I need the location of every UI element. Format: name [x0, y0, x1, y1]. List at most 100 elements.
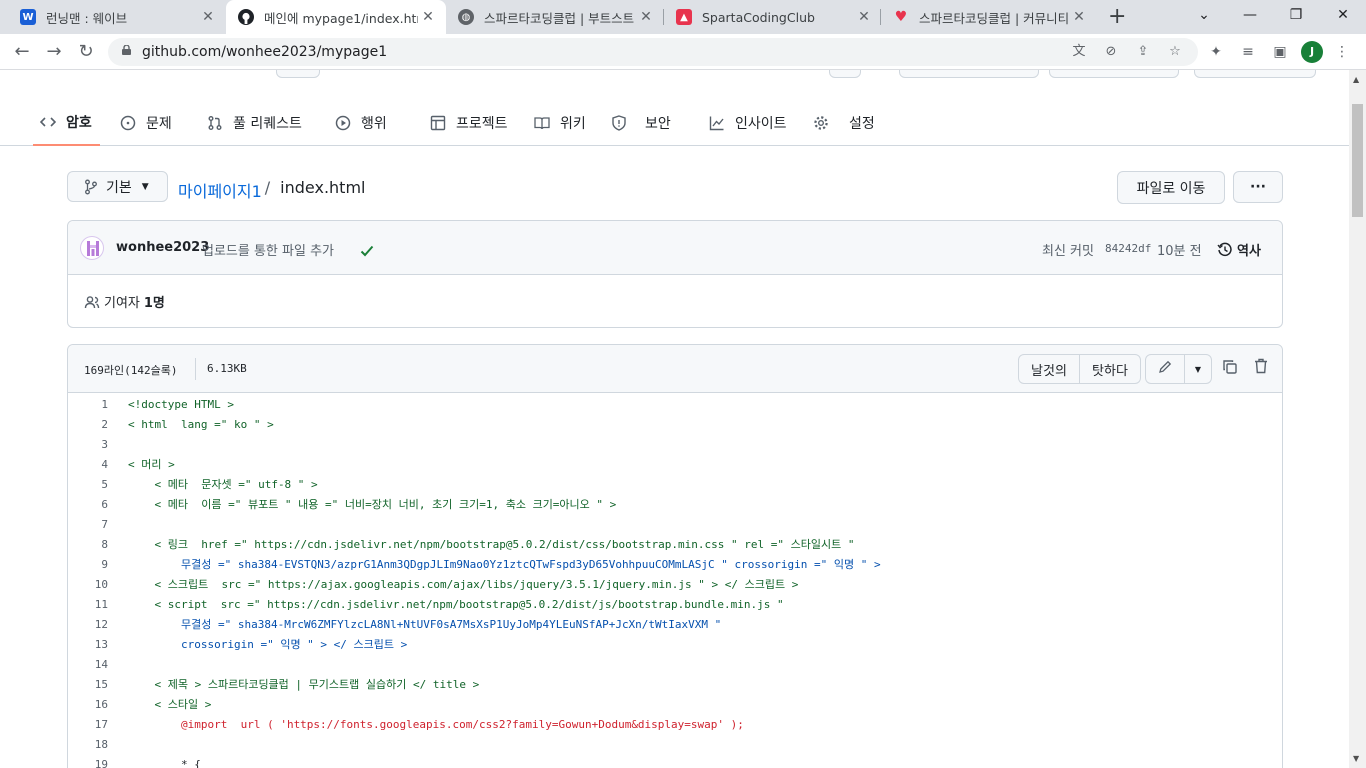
eye-off-icon[interactable]: ⊘ — [1102, 43, 1120, 61]
line-number[interactable]: 10 — [68, 575, 108, 595]
bookmark-star-icon[interactable]: ☆ — [1166, 43, 1184, 61]
close-tab-icon[interactable]: ✕ — [636, 9, 656, 25]
tab-wiki[interactable]: 위키 — [534, 100, 586, 146]
new-tab-button[interactable]: + — [1108, 4, 1126, 29]
line-number[interactable]: 16 — [68, 695, 108, 715]
profile-avatar[interactable]: J — [1301, 41, 1323, 63]
browser-tab-active[interactable]: 메인에 mypage1/index.html ✕ — [226, 0, 446, 34]
menu-icon[interactable]: ⋮ — [1332, 42, 1352, 62]
github-icon — [238, 9, 254, 25]
browser-tab[interactable]: W 런닝맨 : 웨이브 ✕ — [8, 0, 226, 34]
code-text: * { — [128, 758, 201, 768]
divider — [195, 358, 196, 380]
browser-tab[interactable]: ♥ 스파르타코딩클럽 | 커뮤니티 ✕ — [881, 0, 1097, 34]
reload-icon[interactable]: ↻ — [74, 40, 98, 64]
code-text: @import url ( 'https://fonts.googleapis.… — [128, 718, 744, 731]
commit-message[interactable]: 업로드를 통한 파일 추가 — [202, 240, 334, 259]
github-page: 암호 문제 풀 리퀘스트 행위 프로젝트 위키 보안 인사이트 설정 기본 ▼ … — [0, 70, 1349, 768]
line-number[interactable]: 17 — [68, 715, 108, 735]
go-to-file-button[interactable]: 파일로 이동 — [1117, 171, 1225, 204]
browser-tab[interactable]: ▲ SpartaCodingClub ✕ — [664, 0, 882, 34]
tab-security[interactable]: 보안 — [611, 100, 671, 146]
close-tab-icon[interactable]: ✕ — [418, 9, 438, 25]
translate-icon[interactable]: 文 — [1070, 43, 1088, 61]
back-icon[interactable]: ← — [10, 40, 34, 64]
repo-link[interactable]: 마이페이지1 — [178, 178, 262, 202]
line-number[interactable]: 6 — [68, 495, 108, 515]
code-line: 18 — [68, 735, 1282, 755]
line-number[interactable]: 13 — [68, 635, 108, 655]
url-text: github.com/wonhee2023/mypage1 — [142, 44, 388, 60]
scroll-up-icon[interactable]: ▲ — [1353, 75, 1359, 84]
extensions-icon[interactable]: ✦ — [1206, 42, 1226, 62]
line-number[interactable]: 2 — [68, 415, 108, 435]
minimize-icon[interactable]: — — [1227, 0, 1273, 30]
tab-actions[interactable]: 행위 — [335, 100, 387, 146]
code-line: 13 crossorigin =" 익명 " > </ 스크립트 > — [68, 635, 1282, 655]
line-number[interactable]: 12 — [68, 615, 108, 635]
close-window-icon[interactable]: ✕ — [1320, 0, 1366, 30]
sparta-icon: ▲ — [676, 9, 692, 25]
raw-button[interactable]: 날것의 — [1018, 354, 1080, 384]
restore-icon[interactable]: ❐ — [1273, 0, 1319, 30]
tab-title: 스파르타코딩클럽 | 커뮤니티 — [919, 10, 1069, 26]
tab-projects[interactable]: 프로젝트 — [430, 100, 508, 146]
scrollbar-thumb[interactable] — [1352, 104, 1363, 217]
avatar[interactable] — [80, 236, 104, 260]
code-line: 17 @import url ( 'https://fonts.googleap… — [68, 715, 1282, 735]
tab-code[interactable]: 암호 — [33, 100, 100, 146]
line-number[interactable]: 19 — [68, 755, 108, 768]
browser-tab[interactable]: ◍ 스파르타코딩클럽 | 부트스트 ✕ — [446, 0, 664, 34]
repo-nav: 암호 문제 풀 리퀘스트 행위 프로젝트 위키 보안 인사이트 설정 — [0, 100, 1349, 146]
line-number[interactable]: 5 — [68, 475, 108, 495]
breadcrumb-separator: / — [264, 178, 271, 197]
scroll-down-icon[interactable]: ▼ — [1353, 754, 1359, 763]
tab-search-icon[interactable]: ⌄ — [1181, 0, 1227, 30]
code-line: 14 — [68, 655, 1282, 675]
tab-settings[interactable]: 설정 — [813, 100, 875, 146]
edit-button[interactable] — [1145, 354, 1185, 384]
reading-list-icon[interactable]: ≡ — [1238, 42, 1258, 62]
line-number[interactable]: 18 — [68, 735, 108, 755]
tab-insights[interactable]: 인사이트 — [709, 100, 787, 146]
line-number[interactable]: 7 — [68, 515, 108, 535]
line-number[interactable]: 4 — [68, 455, 108, 475]
contributors-row[interactable]: 기여자 1명 — [84, 292, 165, 311]
tab-label: 프로젝트 — [456, 116, 508, 132]
table-icon — [430, 115, 446, 131]
page-scrollbar[interactable]: ▲ ▼ — [1349, 70, 1366, 768]
line-number[interactable]: 9 — [68, 555, 108, 575]
side-panel-icon[interactable]: ▣ — [1270, 42, 1290, 62]
code-text: < 제목 > 스파르타코딩클럽 | 무기스트랩 실습하기 </ title > — [128, 678, 480, 691]
line-number[interactable]: 3 — [68, 435, 108, 455]
blame-button[interactable]: 탓하다 — [1079, 354, 1141, 384]
commit-sha[interactable]: 84242df — [1105, 242, 1151, 255]
more-options-button[interactable]: ··· — [1233, 171, 1283, 203]
check-icon — [360, 242, 374, 261]
tab-title: SpartaCodingClub — [702, 9, 815, 25]
edit-dropdown-button[interactable]: ▼ — [1184, 354, 1212, 384]
forward-icon[interactable]: → — [42, 40, 66, 64]
graph-icon — [709, 115, 725, 131]
address-bar[interactable]: github.com/wonhee2023/mypage1 文 ⊘ ⇪ ☆ — [108, 38, 1198, 66]
close-tab-icon[interactable]: ✕ — [854, 9, 874, 25]
tab-pull-requests[interactable]: 풀 리퀘스트 — [207, 100, 302, 146]
history-link[interactable]: 역사 — [1217, 240, 1261, 259]
line-number[interactable]: 15 — [68, 675, 108, 695]
close-tab-icon[interactable]: ✕ — [1069, 9, 1089, 25]
trash-icon[interactable] — [1254, 358, 1268, 378]
line-number[interactable]: 8 — [68, 535, 108, 555]
line-number[interactable]: 11 — [68, 595, 108, 615]
line-number[interactable]: 14 — [68, 655, 108, 675]
tab-issues[interactable]: 문제 — [120, 100, 172, 146]
commit-author[interactable]: wonhee2023 — [116, 240, 209, 255]
line-count: 169라인(142슬록) — [84, 364, 178, 377]
file-size: 6.13KB — [207, 362, 247, 375]
code-line: 5 < 메타 문자셋 =" utf-8 " > — [68, 475, 1282, 495]
close-tab-icon[interactable]: ✕ — [198, 9, 218, 25]
copy-icon[interactable] — [1222, 359, 1238, 379]
share-icon[interactable]: ⇪ — [1134, 43, 1152, 61]
wavve-icon: W — [20, 9, 36, 25]
line-number[interactable]: 1 — [68, 395, 108, 415]
branch-select-button[interactable]: 기본 ▼ — [67, 171, 168, 202]
